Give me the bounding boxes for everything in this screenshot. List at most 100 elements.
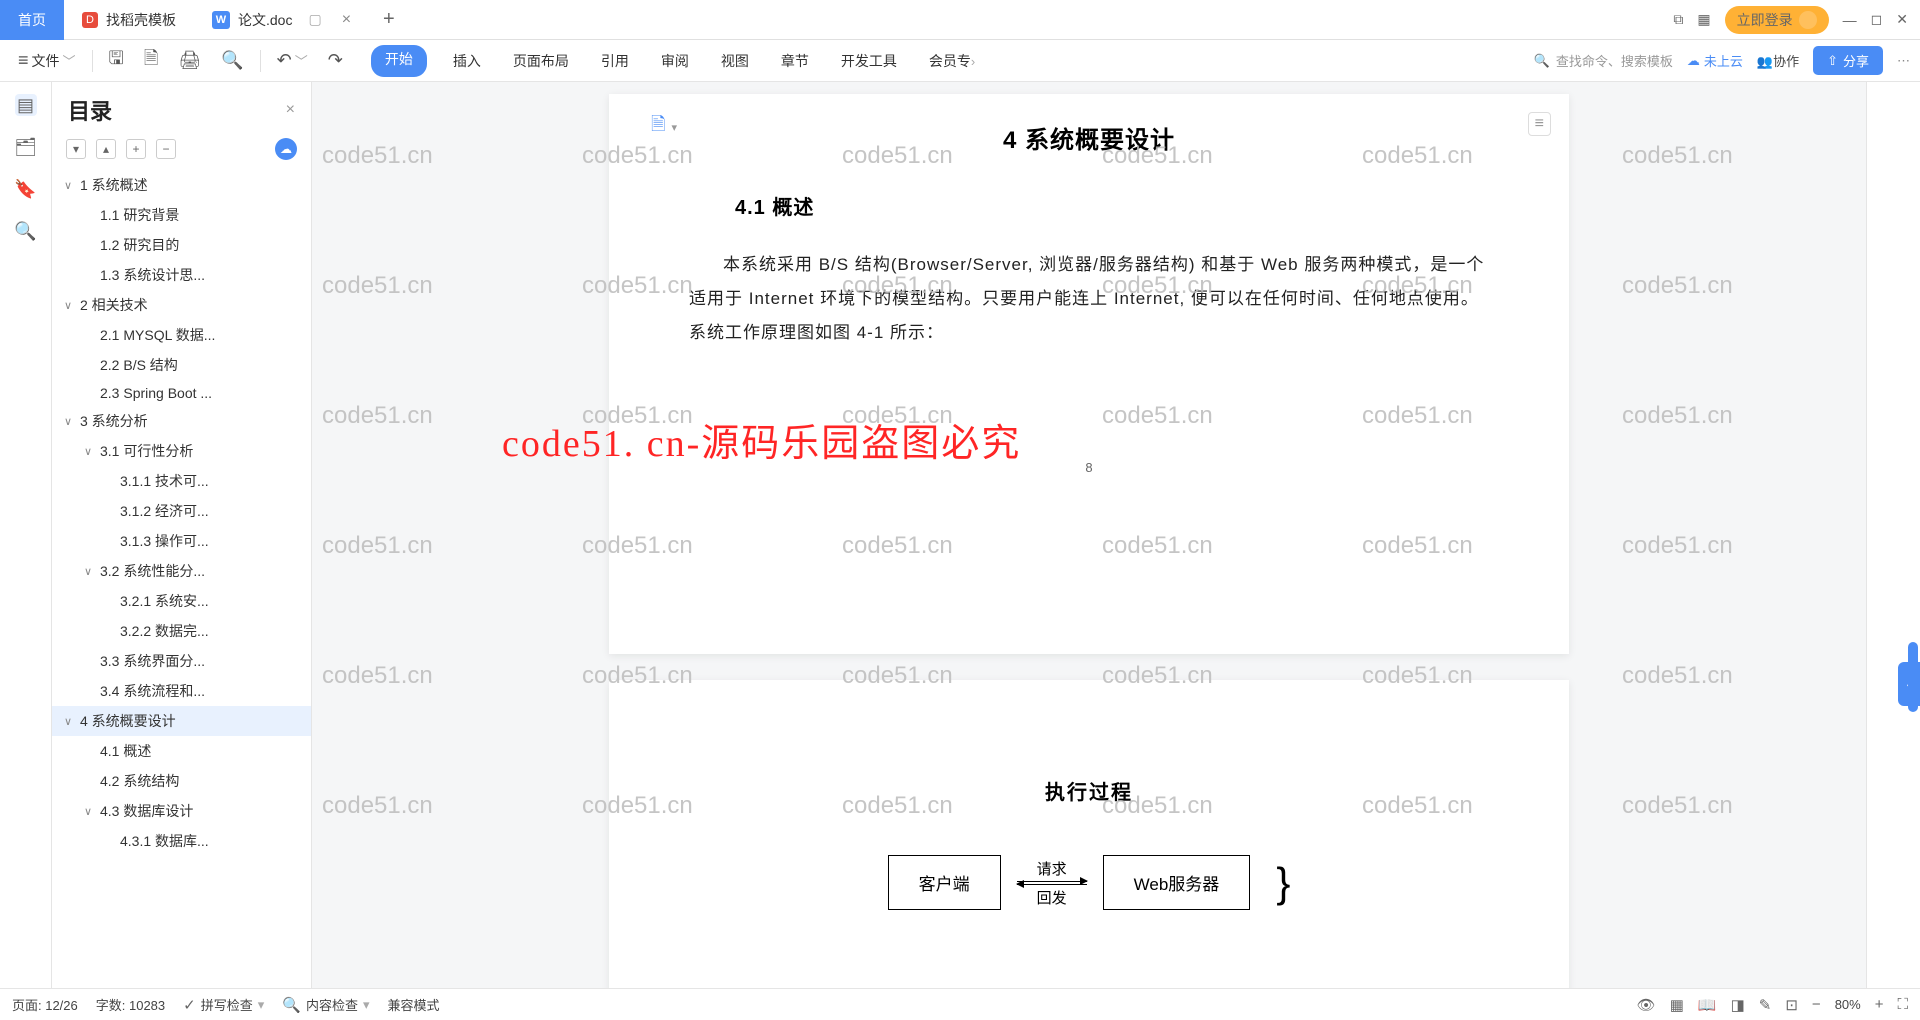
outline-item[interactable]: 1.3 系统设计思... <box>52 260 311 290</box>
outline-item[interactable]: 2.3 Spring Boot ... <box>52 380 311 406</box>
diagram-client-box: 客户端 <box>888 855 1001 910</box>
outline-item-label: 2.1 MYSQL 数据... <box>100 325 215 345</box>
watermark-text: code51.cn <box>322 532 433 560</box>
minimize-icon[interactable]: — <box>1843 12 1857 28</box>
outline-item[interactable]: 3.1.1 技术可... <box>52 466 311 496</box>
view-mode-2-icon[interactable]: 📖 <box>1698 996 1717 1014</box>
outline-close-icon[interactable]: × <box>286 101 295 119</box>
scrollbar-thumb[interactable] <box>1908 642 1918 712</box>
ribbon-page-layout[interactable]: 页面布局 <box>507 45 575 77</box>
save-button[interactable]: 🖫 <box>101 42 132 80</box>
outline-item[interactable]: ∨3.1 可行性分析 <box>52 436 311 466</box>
tab-home[interactable]: 首页 <box>0 0 64 40</box>
print-button[interactable]: 🖨 <box>170 46 209 75</box>
outline-float-icon[interactable]: ☁ <box>275 138 297 160</box>
outline-list[interactable]: ∨1 系统概述1.1 研究背景1.2 研究目的1.3 系统设计思...∨2 相关… <box>52 170 311 988</box>
chevron-icon: ∨ <box>64 179 76 192</box>
maximize-icon[interactable]: ◻ <box>1871 11 1883 28</box>
outline-item[interactable]: 4.2 系统结构 <box>52 766 311 796</box>
redo-button[interactable]: ↷ <box>320 46 351 75</box>
page-actions-icon[interactable]: 🗎▾ <box>651 112 677 142</box>
fullscreen-icon[interactable]: ⛶ <box>1897 996 1908 1013</box>
outline-rail-icon[interactable]: ▤ <box>15 94 37 116</box>
content-check-button[interactable]: 🔍内容检查 ▾ <box>282 995 369 1014</box>
document-canvas[interactable]: 🗎▾ ≡ 4 系统概要设计 4.1 概述 本系统采用 B/S 结构(Browse… <box>312 82 1866 988</box>
zoom-level[interactable]: 80% <box>1835 997 1861 1012</box>
cloud-status[interactable]: ☁未上云 <box>1687 51 1743 70</box>
layout-icon[interactable]: ⧉ <box>1673 11 1683 28</box>
outline-item-label: 3.1.1 技术可... <box>120 471 209 491</box>
outline-item-label: 3.4 系统流程和... <box>100 681 205 701</box>
ribbon-devtools[interactable]: 开发工具 <box>835 45 903 77</box>
undo-icon: ↶ <box>277 50 292 71</box>
bookmark-rail-icon[interactable]: 🔖 <box>15 178 37 200</box>
add-heading-button[interactable]: + <box>126 139 146 159</box>
outline-item[interactable]: 3.4 系统流程和... <box>52 676 311 706</box>
command-search[interactable]: 🔍查找命令、搜索模板 <box>1534 51 1673 70</box>
outline-item[interactable]: 3.1.2 经济可... <box>52 496 311 526</box>
eye-icon[interactable]: 👁 <box>1637 996 1656 1014</box>
outline-item[interactable]: ∨3 系统分析 <box>52 406 311 436</box>
ribbon-view[interactable]: 视图 <box>715 45 755 77</box>
outline-item[interactable]: 2.1 MYSQL 数据... <box>52 320 311 350</box>
page-menu-icon[interactable]: ≡ <box>1528 112 1551 136</box>
outline-item[interactable]: 3.2.2 数据完... <box>52 616 311 646</box>
ribbon-references[interactable]: 引用 <box>595 45 635 77</box>
outline-item[interactable]: 3.3 系统界面分... <box>52 646 311 676</box>
new-tab-button[interactable]: + <box>369 8 409 31</box>
nav-rail-icon[interactable]: 🗂 <box>15 136 37 158</box>
tab-document[interactable]: W 论文.doc ▢ × <box>194 0 369 40</box>
outline-item[interactable]: ∨3.2 系统性能分... <box>52 556 311 586</box>
ribbon-vip[interactable]: 会员专› <box>923 45 981 77</box>
outline-item[interactable]: ∨4.3 数据库设计 <box>52 796 311 826</box>
view-mode-1-icon[interactable]: ▦ <box>1670 996 1684 1014</box>
apps-icon[interactable]: ▦ <box>1697 11 1710 28</box>
view-mode-3-icon[interactable]: ◨ <box>1731 996 1745 1014</box>
expand-all-button[interactable]: ▴ <box>96 139 116 159</box>
status-page[interactable]: 页面: 12/26 <box>12 995 78 1014</box>
spellcheck-button[interactable]: ✓拼写检查 ▾ <box>183 995 264 1014</box>
ribbon-start[interactable]: 开始 <box>371 45 427 77</box>
remove-heading-button[interactable]: − <box>156 139 176 159</box>
outline-item[interactable]: 3.1.3 操作可... <box>52 526 311 556</box>
outline-item[interactable]: 1.1 研究背景 <box>52 200 311 230</box>
undo-button[interactable]: ↶﹀ <box>269 46 316 75</box>
menu-button[interactable]: ≡文件﹀ <box>10 46 84 75</box>
collapse-all-button[interactable]: ▾ <box>66 139 86 159</box>
outline-item[interactable]: ∨1 系统概述 <box>52 170 311 200</box>
diagram-server-box: Web服务器 <box>1103 855 1251 910</box>
zoom-in-icon[interactable]: + <box>1875 996 1884 1013</box>
right-rail <box>1866 82 1920 988</box>
left-rail: ▤ 🗂 🔖 🔍 <box>0 82 52 988</box>
ribbon-review[interactable]: 审阅 <box>655 45 695 77</box>
tab-close-icon[interactable]: × <box>342 11 351 29</box>
preview-button[interactable]: 🔍 <box>213 46 251 75</box>
ribbon-insert[interactable]: 插入 <box>447 45 487 77</box>
save-as-button[interactable]: 🗎 <box>136 42 166 80</box>
view-mode-4-icon[interactable]: ✎ <box>1759 996 1772 1014</box>
zoom-fit-icon[interactable]: ⊡ <box>1785 996 1798 1014</box>
toolbar-more-icon[interactable]: ⋯ <box>1897 53 1910 69</box>
status-words[interactable]: 字数: 10283 <box>96 995 165 1014</box>
outline-item-label: 3.2.1 系统安... <box>120 591 209 611</box>
outline-item[interactable]: 4.1 概述 <box>52 736 311 766</box>
outline-item[interactable]: 4.3.1 数据库... <box>52 826 311 856</box>
outline-item[interactable]: ∨2 相关技术 <box>52 290 311 320</box>
share-button[interactable]: ⇧分享 <box>1813 46 1883 75</box>
arrow-right-icon <box>1017 881 1087 882</box>
watermark-text: code51.cn <box>322 142 433 170</box>
login-button[interactable]: 立即登录 <box>1725 6 1829 34</box>
close-window-icon[interactable]: ✕ <box>1896 11 1908 28</box>
zoom-out-icon[interactable]: − <box>1812 996 1821 1013</box>
hamburger-icon: ≡ <box>18 50 29 71</box>
tab-window-icon[interactable]: ▢ <box>308 11 321 28</box>
outline-item[interactable]: 3.2.1 系统安... <box>52 586 311 616</box>
tab-template[interactable]: D 找稻壳模板 <box>64 0 194 40</box>
document-page-2: 执行过程 客户端 请求 回发 Web服务器 } <box>609 680 1569 988</box>
collab-button[interactable]: 👥协作 <box>1757 51 1799 70</box>
outline-item[interactable]: ∨4 系统概要设计 <box>52 706 311 736</box>
ribbon-chapter[interactable]: 章节 <box>775 45 815 77</box>
outline-item[interactable]: 2.2 B/S 结构 <box>52 350 311 380</box>
search-rail-icon[interactable]: 🔍 <box>15 220 37 242</box>
outline-item[interactable]: 1.2 研究目的 <box>52 230 311 260</box>
